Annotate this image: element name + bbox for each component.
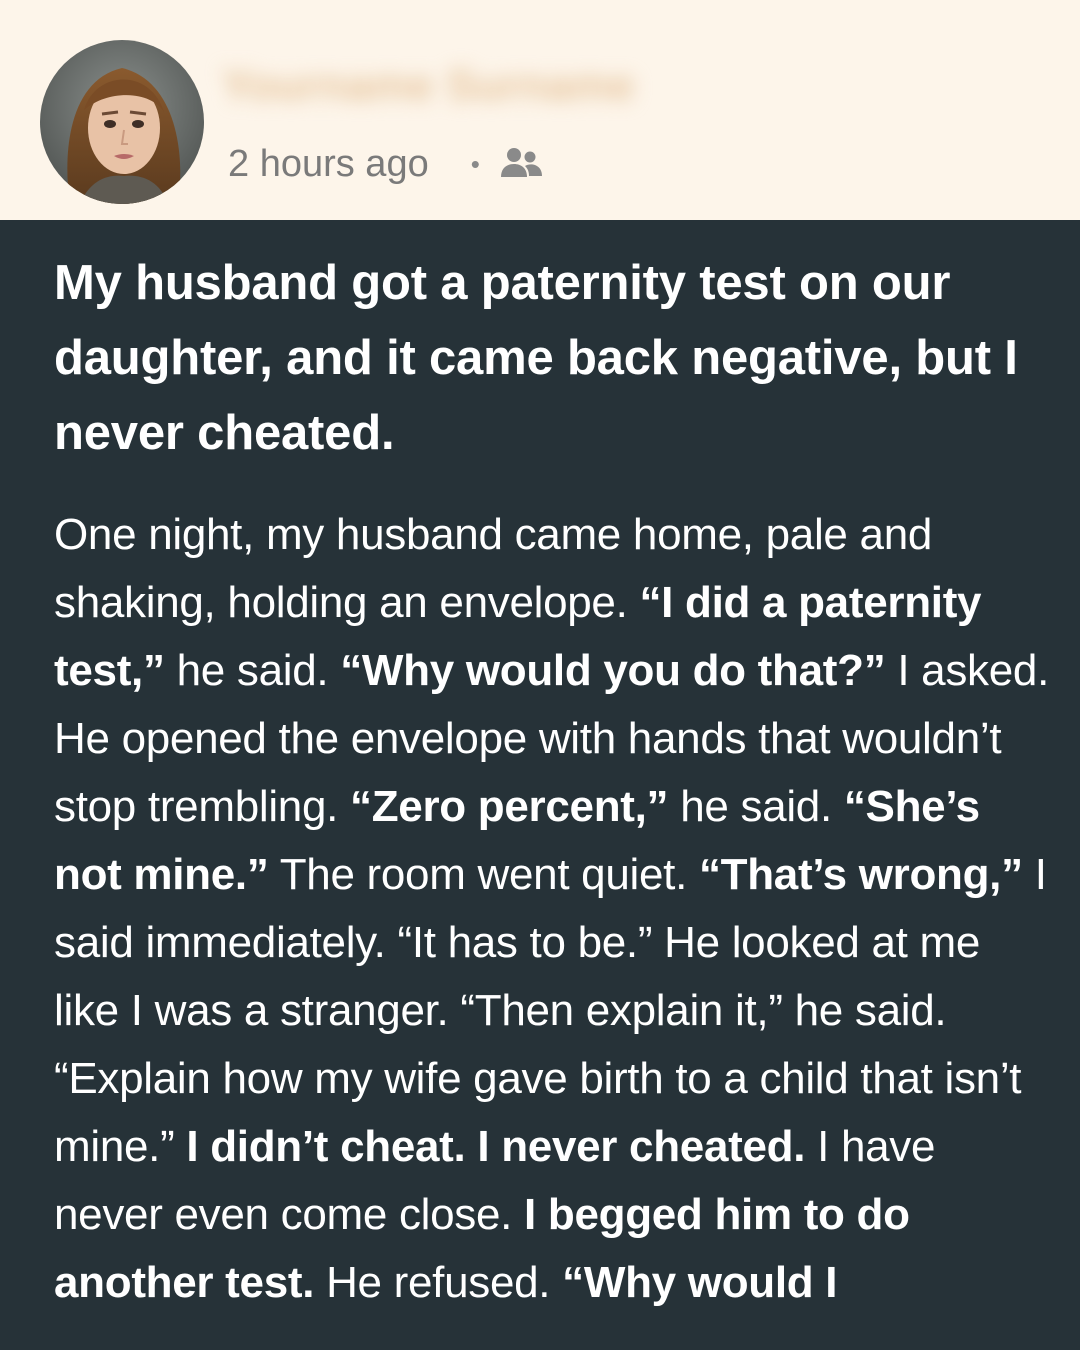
post-content: My husband got a paternity test on our d… [54,246,1054,1317]
story-text: He refused. [314,1258,563,1307]
story-text: The room went quiet. [268,850,699,899]
author-name[interactable]: Yourname Surname [222,56,672,116]
timestamp[interactable]: 2 hours ago [228,143,429,186]
story-bold-text: “Zero percent,” [350,782,669,831]
story-bold-text: I didn’t cheat. I never cheated. [186,1122,806,1171]
avatar[interactable] [40,40,204,204]
story-text: he said. [668,782,844,831]
post-body: One night, my husband came home, pale an… [54,501,1054,1317]
separator: • [470,148,480,179]
post-header: Yourname Surname 2 hours ago • [0,0,1080,220]
story-text: he said. [164,646,341,695]
story-bold-text: “That’s wrong,” [698,850,1023,899]
friends-icon[interactable] [498,144,544,184]
post-title: My husband got a paternity test on our d… [54,256,1018,460]
post-meta: 2 hours ago • [228,138,544,190]
story-bold-text: “Why would you do that?” [340,646,886,695]
story-bold-text: “Why would I [562,1258,838,1307]
